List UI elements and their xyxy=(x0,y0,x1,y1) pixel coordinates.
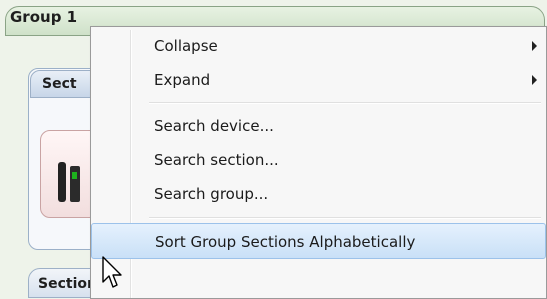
status-led-icon xyxy=(72,172,77,179)
group-title: Group 1 xyxy=(10,8,78,26)
menu-item-search-device[interactable]: Search device... xyxy=(94,110,545,142)
menu-item-label: Search section... xyxy=(154,151,279,169)
menu-separator xyxy=(149,217,541,219)
menu-item-expand[interactable]: Expand xyxy=(94,64,545,96)
submenu-arrow-icon xyxy=(532,41,537,51)
menu-item-label: Sort Group Sections Alphabetically xyxy=(155,233,416,251)
menu-item-label: Search device... xyxy=(154,117,274,135)
menu-item-label: Expand xyxy=(154,71,211,89)
menu-item-collapse[interactable]: Collapse xyxy=(94,30,545,62)
menu-item-sort-group-sections[interactable]: Sort Group Sections Alphabetically xyxy=(91,223,546,259)
mouse-pointer-icon xyxy=(102,256,122,288)
submenu-arrow-icon xyxy=(532,75,537,85)
section-title: Sect xyxy=(42,76,77,92)
handheld-mic-icon xyxy=(58,162,66,202)
menu-separator xyxy=(149,102,541,104)
menu-item-search-section[interactable]: Search section... xyxy=(94,144,545,176)
menu-item-search-group[interactable]: Search group... xyxy=(94,178,545,210)
menu-item-label: Search group... xyxy=(154,185,269,203)
context-menu: Collapse Expand Search device... Search … xyxy=(90,26,547,299)
menu-item-label: Collapse xyxy=(154,37,218,55)
